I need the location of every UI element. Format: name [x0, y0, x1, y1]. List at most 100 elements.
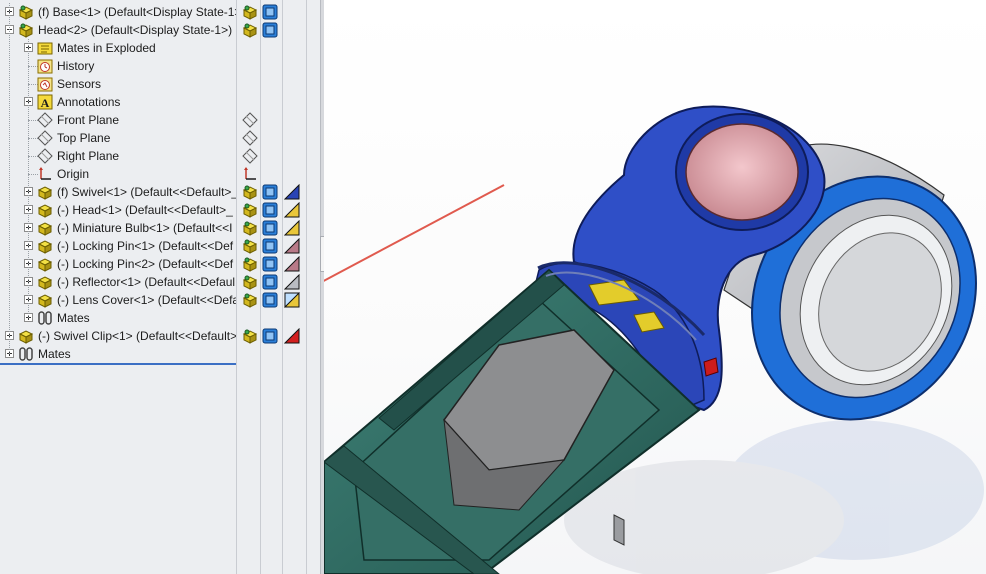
display-state-icon[interactable]: [262, 22, 278, 38]
part-icon: [37, 256, 53, 272]
appearance-yellow-icon[interactable]: [283, 201, 300, 218]
graphics-viewport[interactable]: [324, 0, 986, 574]
component-state-icon[interactable]: [242, 184, 258, 200]
mates-icon: [37, 310, 53, 326]
tree-item[interactable]: (-) Lens Cover<1> (Default<<Defa: [0, 291, 320, 309]
svg-text:A: A: [41, 96, 50, 110]
tree-item-label: Mates: [38, 347, 71, 361]
tree-item-label: Front Plane: [57, 113, 120, 127]
tree-item-label: Mates in Exploded: [57, 41, 156, 55]
tree-item[interactable]: (-) Locking Pin<1> (Default<<Def: [0, 237, 320, 255]
tree-item-label: Top Plane: [57, 131, 111, 145]
tree-item[interactable]: Head<2> (Default<Display State-1>): [0, 21, 320, 39]
tree-item[interactable]: (-) Head<1> (Default<<Default>_: [0, 201, 320, 219]
tree-item[interactable]: Sensors: [0, 75, 320, 93]
origin-icon: [37, 166, 53, 182]
tree-item-label: Annotations: [57, 95, 121, 109]
sensors-icon: [37, 76, 53, 92]
part-icon: [37, 292, 53, 308]
rollback-bar[interactable]: [0, 363, 236, 365]
tree-item-label: (-) Swivel Clip<1> (Default<<Default>: [38, 329, 236, 343]
tree-item[interactable]: Origin: [0, 165, 320, 183]
part-icon: [37, 202, 53, 218]
appearance-gray-icon[interactable]: [283, 273, 300, 290]
appearance-yellow-icon[interactable]: [283, 219, 300, 236]
annotations-icon: A: [37, 94, 53, 110]
state-column-divider: [236, 0, 237, 574]
tree-item[interactable]: (f) Base<1> (Default<Display State-1>: [0, 3, 320, 21]
tree-item[interactable]: Front Plane: [0, 111, 320, 129]
plane-state-icon[interactable]: [242, 148, 258, 164]
assembly-component-icon: [18, 22, 34, 38]
tree-item-label: (-) Head<1> (Default<<Default>_: [57, 203, 233, 217]
display-state-icon[interactable]: [262, 184, 278, 200]
tree-item-label: (-) Lens Cover<1> (Default<<Defa: [57, 293, 236, 307]
component-state-icon[interactable]: [242, 220, 258, 236]
display-state-icon[interactable]: [262, 4, 278, 20]
component-state-icon[interactable]: [242, 238, 258, 254]
display-state-icon[interactable]: [262, 274, 278, 290]
tree-item-label: (-) Locking Pin<1> (Default<<Def: [57, 239, 234, 253]
display-state-icon[interactable]: [262, 238, 278, 254]
origin-state-icon[interactable]: [242, 166, 258, 182]
tree-item-label: Origin: [57, 167, 90, 181]
tree-item[interactable]: (-) Miniature Bulb<1> (Default<<I: [0, 219, 320, 237]
assembly-component-icon: [18, 4, 34, 20]
feature-manager-tree: (f) Base<1> (Default<Display State-1> Hea…: [0, 0, 320, 574]
flashlight-model[interactable]: [324, 0, 986, 574]
tree-item-label: Head<2> (Default<Display State-1>): [38, 23, 233, 37]
plane-state-icon[interactable]: [242, 112, 258, 128]
tree-item[interactable]: History: [0, 57, 320, 75]
tree-guide-line: [28, 39, 29, 318]
tree-item-label: (f) Swivel<1> (Default<<Default>_: [57, 185, 236, 199]
tree-guide-line: [9, 3, 10, 354]
mates-in-exploded-icon: [37, 40, 53, 56]
appearance-mauve-icon[interactable]: [283, 237, 300, 254]
appearance-blue-icon[interactable]: [283, 183, 300, 200]
display-state-icon[interactable]: [262, 202, 278, 218]
component-state-icon[interactable]: [242, 22, 258, 38]
tree-item[interactable]: Mates: [0, 345, 320, 363]
tree-item[interactable]: (f) Swivel<1> (Default<<Default>_: [0, 183, 320, 201]
tree-item-label: Mates: [57, 311, 90, 325]
appearance-glass-icon[interactable]: [283, 291, 300, 308]
component-state-icon[interactable]: [242, 274, 258, 290]
tree-item[interactable]: Right Plane: [0, 147, 320, 165]
component-state-icon[interactable]: [242, 292, 258, 308]
tree-item[interactable]: (-) Swivel Clip<1> (Default<<Default>: [0, 327, 320, 345]
plane-state-icon[interactable]: [242, 130, 258, 146]
part-icon: [37, 238, 53, 254]
appearance-red-icon[interactable]: [283, 327, 300, 344]
display-state-icon[interactable]: [262, 220, 278, 236]
tree-item[interactable]: (-) Reflector<1> (Default<<Defaul: [0, 273, 320, 291]
state-column-divider: [306, 0, 307, 574]
display-state-icon[interactable]: [262, 292, 278, 308]
mates-icon: [18, 346, 34, 362]
component-state-icon[interactable]: [242, 4, 258, 20]
tree-item-label: Sensors: [57, 77, 102, 91]
tree-item-label: (-) Locking Pin<2> (Default<<Def: [57, 257, 234, 271]
component-state-icon[interactable]: [242, 328, 258, 344]
component-state-icon[interactable]: [242, 202, 258, 218]
state-column-divider: [282, 0, 283, 574]
tree-item[interactable]: Mates: [0, 309, 320, 327]
display-state-icon[interactable]: [262, 256, 278, 272]
tree-item[interactable]: Top Plane: [0, 129, 320, 147]
part-icon: [37, 220, 53, 236]
pointer-line: [324, 184, 505, 282]
component-state-icon[interactable]: [242, 256, 258, 272]
part-icon: [18, 328, 34, 344]
tree-item-label: Right Plane: [57, 149, 120, 163]
history-icon: [37, 58, 53, 74]
tree-item-label: History: [57, 59, 95, 73]
display-state-icon[interactable]: [262, 328, 278, 344]
tree-item[interactable]: Mates in Exploded: [0, 39, 320, 57]
tree-item[interactable]: (-) Locking Pin<2> (Default<<Def: [0, 255, 320, 273]
part-icon: [37, 274, 53, 290]
tree-item-label: (-) Reflector<1> (Default<<Defaul: [57, 275, 236, 289]
appearance-mauve-icon[interactable]: [283, 255, 300, 272]
plane-icon: [37, 148, 53, 164]
state-column-divider: [260, 0, 261, 574]
tree-item[interactable]: A Annotations: [0, 93, 320, 111]
part-icon: [37, 184, 53, 200]
